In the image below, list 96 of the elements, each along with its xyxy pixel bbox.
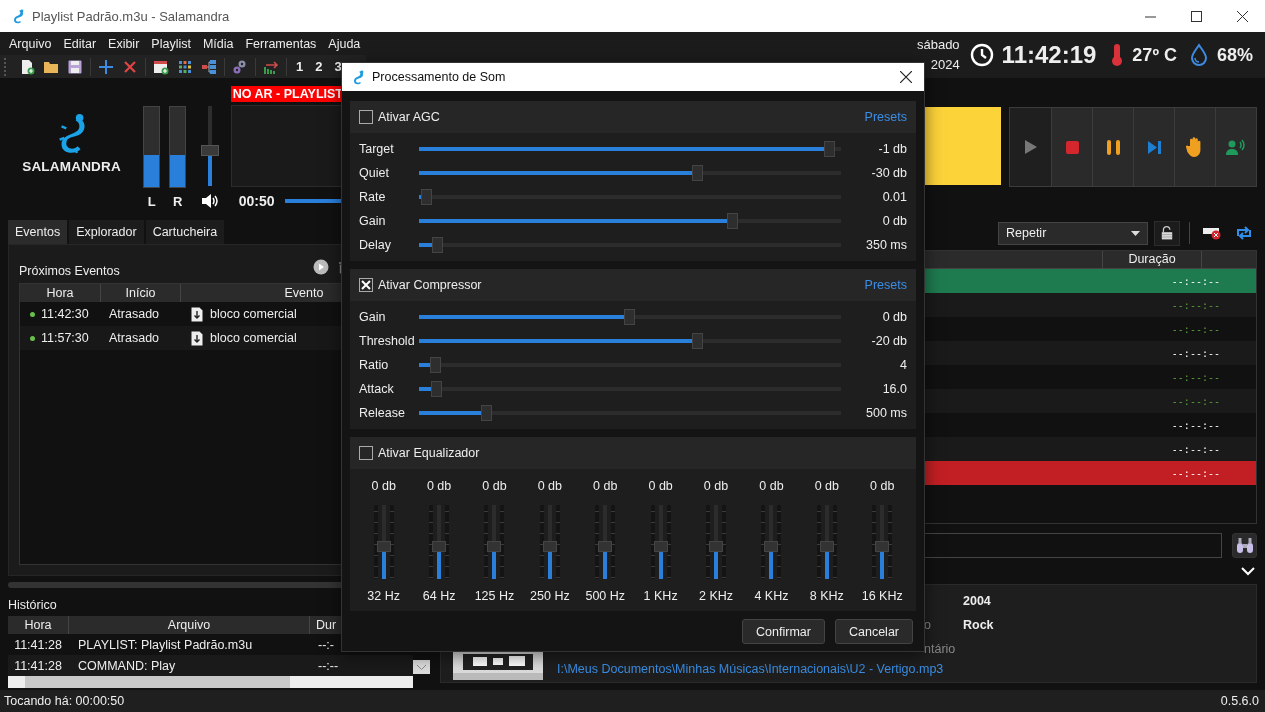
menu-item[interactable]: Playlist	[145, 36, 197, 51]
checkbox-label[interactable]: Ativar AGC	[378, 110, 440, 124]
slider-value: -1 db	[877, 142, 907, 156]
slider-label: Delay	[359, 238, 392, 252]
band-value: 0 db	[648, 479, 673, 495]
table-cell-text: --:--	[317, 658, 340, 673]
band-label: 250 Hz	[530, 589, 570, 603]
band-value: 0 db	[759, 479, 784, 495]
version-text: 0.5.6.0	[1220, 694, 1259, 708]
table-cell-text: 11:41:28	[13, 637, 63, 652]
slider-value: 0.01	[881, 190, 907, 204]
band-label: 64 Hz	[422, 589, 456, 603]
band-value: 0 db	[870, 479, 895, 495]
date: 2024	[930, 56, 960, 74]
cartridge-number-button[interactable]: 1	[290, 59, 310, 74]
column-header[interactable]: Duração	[1103, 251, 1202, 268]
band-value: 0 db	[482, 479, 507, 495]
band-value: 0 db	[703, 479, 729, 495]
slider-value: -30 db	[870, 166, 907, 180]
presets-link[interactable]: Presets	[864, 110, 907, 124]
slider-label: Gain	[359, 310, 387, 324]
confirm-button[interactable]: Confirmar	[742, 619, 825, 644]
slider-label: Rate	[359, 190, 387, 204]
band-value: 0 db	[426, 479, 452, 495]
table-cell-text: Atrasado	[109, 307, 161, 321]
dialog-title: Processamento de Som	[372, 70, 506, 84]
table-cell-text: --:-	[317, 637, 335, 652]
table-cell-text: 11:42:30	[41, 307, 90, 321]
band-label: 4 KHz	[754, 589, 789, 603]
band-value: 0 db	[814, 479, 839, 495]
menu-item[interactable]: Ajuda	[322, 36, 367, 51]
slider-label: Threshold	[359, 334, 416, 348]
window-title: Playlist Padrão.m3u - Salamandra	[32, 8, 230, 24]
slider-label: Ratio	[359, 358, 390, 372]
field-label: ntário	[924, 642, 956, 656]
table-cell-text: 11:57:30	[41, 331, 90, 345]
tab[interactable]: Explorador	[69, 220, 144, 244]
slider-value: 350 ms	[865, 238, 907, 252]
band-label: 125 Hz	[474, 589, 515, 603]
band-value: 0 db	[537, 479, 563, 495]
menu-item[interactable]: Exibir	[102, 36, 146, 51]
menu-item[interactable]: Mídia	[196, 36, 240, 51]
elapsed-time: 00:50	[238, 193, 275, 209]
band-label: 500 Hz	[585, 589, 626, 603]
slider-label: Quiet	[359, 166, 390, 180]
checkbox-label[interactable]: Ativar Equalizador	[378, 446, 480, 460]
table-cell: bloco comercial	[210, 331, 297, 345]
slider-value: 0 db	[881, 310, 907, 324]
table-cell-text: COMMAND: Play	[77, 658, 177, 673]
humidity: 68%	[1216, 44, 1253, 66]
status-text: Tocando há: 00:00:50	[4, 694, 125, 708]
field-label: o	[924, 618, 931, 632]
table-cell-text: PLAYLIST: Playlist Padrão.m3u	[77, 637, 254, 652]
file-path-link[interactable]: I:\Meus Documentos\Minhas Músicas\Internacionais\U2 - Vertigo.mp3	[557, 662, 1256, 676]
slider-value: 0 db	[881, 214, 907, 228]
repeat-mode-dropdown[interactable]: Repetir	[998, 221, 1148, 245]
table-cell-text: 11:41:28	[13, 658, 63, 673]
menu-item[interactable]: Editar	[57, 36, 103, 51]
slider-label: Attack	[359, 382, 395, 396]
band-value: 0 db	[371, 479, 396, 495]
channel-label: L	[147, 194, 156, 209]
band-label: 32 Hz	[367, 589, 400, 603]
weekday: sábado	[916, 36, 960, 54]
column-header[interactable]: Hora	[8, 616, 69, 634]
slider-label: Gain	[359, 214, 387, 228]
logo-text: SALAMANDRA	[22, 158, 121, 174]
slider-label: Target	[359, 142, 395, 156]
band-label: 1 KHz	[643, 589, 678, 603]
tab[interactable]: Cartucheira	[145, 220, 225, 244]
band-label: 16 KHz	[861, 589, 903, 603]
clock-time: 11:42:19	[1001, 41, 1097, 69]
field-value: 2004	[963, 594, 991, 608]
slider-value: 4	[899, 358, 907, 372]
band-label: 8 KHz	[809, 589, 844, 603]
slider-value: -20 db	[870, 334, 907, 348]
section-title: Próximos Eventos	[19, 264, 120, 278]
table-cell-text: Atrasado	[109, 331, 161, 345]
temperature: 27º C	[1132, 44, 1177, 66]
menu-item[interactable]: Arquivo	[3, 36, 58, 51]
slider-label: Release	[359, 406, 406, 420]
cartridge-number-button[interactable]: 2	[309, 59, 329, 74]
section-title: Histórico	[8, 598, 58, 612]
column-header[interactable]: Arquivo	[69, 616, 310, 634]
slider-value: 500 ms	[865, 406, 907, 420]
tab[interactable]: Eventos	[8, 220, 68, 244]
channel-label: R	[172, 194, 183, 209]
column-header[interactable]: Hora	[20, 284, 101, 302]
presets-link[interactable]: Presets	[864, 278, 907, 292]
table-cell: bloco comercial	[210, 307, 297, 321]
cancel-button[interactable]: Cancelar	[834, 619, 913, 644]
slider-value: 16.0	[881, 382, 907, 396]
band-value: 0 db	[593, 479, 618, 495]
menu-item[interactable]: Ferramentas	[239, 36, 323, 51]
band-label: 2 KHz	[699, 589, 734, 603]
column-header[interactable]: Início	[101, 284, 181, 302]
field-value: Rock	[963, 618, 994, 632]
